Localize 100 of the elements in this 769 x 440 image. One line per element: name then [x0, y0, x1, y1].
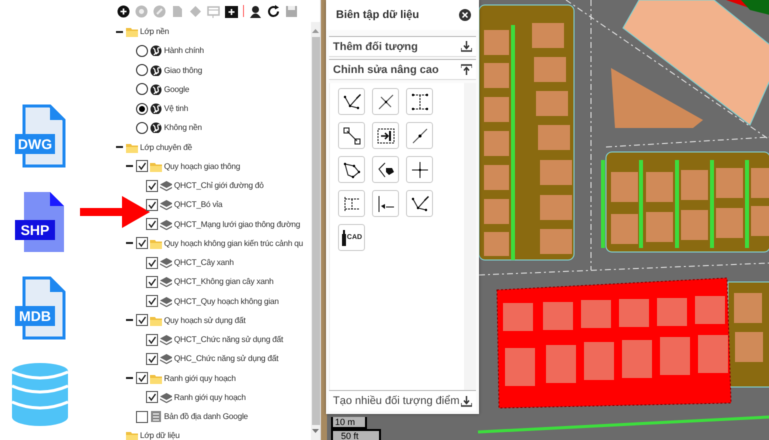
tool-button[interactable]: [338, 122, 365, 149]
radio-button[interactable]: [136, 122, 148, 134]
globe-icon: [150, 122, 162, 134]
globe-icon: [150, 103, 162, 114]
folder-add-icon[interactable]: [225, 4, 238, 18]
tree-item-label[interactable]: Không nền: [164, 123, 202, 132]
tool-button[interactable]: [372, 156, 399, 183]
scrollbar[interactable]: [311, 22, 320, 440]
layers-icon: [160, 218, 172, 230]
checkbox[interactable]: [146, 256, 158, 269]
user-icon[interactable]: [249, 4, 262, 18]
collapse-icon[interactable]: [126, 319, 133, 322]
checkbox[interactable]: [146, 180, 158, 192]
add-icon[interactable]: [117, 4, 130, 18]
tree-item-label[interactable]: QHCT_Chức năng sử dụng đất: [174, 335, 284, 344]
layers-icon: [160, 276, 172, 288]
folder-icon: [150, 314, 162, 326]
globe-icon: [150, 45, 162, 56]
layers-icon: [160, 392, 172, 403]
scale-label: 50 ft: [331, 429, 381, 440]
radio-button[interactable]: [136, 64, 148, 76]
tool-button[interactable]: [406, 156, 433, 183]
tree-item-label[interactable]: Ranh giới quy hoạch: [164, 374, 236, 383]
tree-item-label[interactable]: Bản đồ địa danh Google: [164, 412, 248, 422]
checkbox[interactable]: [136, 314, 148, 326]
layers-icon: [160, 199, 172, 210]
radio-button[interactable]: [136, 83, 148, 96]
layers-icon: [160, 257, 172, 268]
drag-vertex-icon: [376, 160, 396, 180]
collapse-icon[interactable]: [126, 242, 133, 244]
checkbox[interactable]: [136, 237, 148, 250]
upload-icon: [461, 64, 472, 75]
folder-icon: [150, 238, 162, 249]
tree-item-label[interactable]: Quy hoạch giao thông: [164, 162, 240, 171]
tree-item-label[interactable]: QHC_Chức năng sử dụng đất: [174, 354, 278, 364]
folder-icon: [126, 142, 138, 153]
tool-button[interactable]: [338, 156, 365, 183]
section-header[interactable]: Tạo nhiều đối tượng điểm: [329, 390, 476, 411]
tree-item-label[interactable]: Hành chính: [164, 46, 204, 56]
radio-button[interactable]: [136, 44, 148, 57]
tree-item-label[interactable]: Google: [164, 84, 190, 94]
collapse-icon[interactable]: [116, 30, 123, 33]
tree-item-label[interactable]: QHCT_Bó vỉa: [174, 200, 222, 210]
close-icon[interactable]: [459, 9, 471, 21]
checkbox[interactable]: [146, 198, 158, 211]
tree-item-label[interactable]: QHCT_Quy hoạch không gian: [174, 296, 279, 306]
tree-item-label[interactable]: Giao thông: [164, 66, 202, 75]
extend-icon: [376, 194, 396, 214]
tree-item-label[interactable]: QHCT_Cây xanh: [174, 258, 234, 268]
edit-vertex-icon: [342, 92, 362, 112]
scroll-down-icon[interactable]: [312, 429, 319, 434]
tree-item-label[interactable]: QHCT_Không gian cây xanh: [174, 277, 274, 286]
tool-button[interactable]: [372, 190, 399, 217]
tree-item-label[interactable]: Ranh giới quy hoạch: [174, 392, 246, 402]
checkbox[interactable]: [146, 352, 158, 365]
folder-icon: [126, 26, 138, 38]
section-header[interactable]: Thêm đối tượng: [329, 36, 476, 57]
folder-icon: [150, 372, 162, 384]
refresh-icon[interactable]: [267, 4, 280, 18]
tool-button[interactable]: [406, 190, 433, 217]
pen-icon: [340, 230, 347, 246]
scale-label: 10 m: [331, 417, 367, 429]
section-header[interactable]: Chỉnh sửa nâng cao: [329, 59, 476, 80]
tree-item-label[interactable]: Quy hoạch sử dụng đất: [164, 316, 246, 325]
checkbox[interactable]: [146, 295, 158, 308]
panel-title: Biên tập dữ liệu: [336, 9, 420, 21]
folder-icon: [150, 160, 162, 172]
collapse-icon[interactable]: [126, 165, 133, 168]
checkbox[interactable]: [136, 372, 148, 384]
globe-icon: [150, 64, 162, 76]
tool-button[interactable]: [338, 190, 365, 217]
collapse-icon[interactable]: [116, 146, 123, 148]
park-area: [726, 0, 769, 15]
tool-button[interactable]: [372, 122, 399, 149]
tree-item-label[interactable]: QHCT_Chỉ giới đường đỏ: [174, 181, 264, 190]
document-icon: [150, 411, 162, 422]
tree-item-label[interactable]: Lớp nền: [140, 27, 170, 36]
tree-item-label[interactable]: Lớp dữ liệu: [140, 431, 180, 440]
checkbox[interactable]: [136, 410, 148, 423]
checkbox[interactable]: [146, 334, 158, 346]
download-icon: [461, 41, 472, 52]
checkbox[interactable]: [146, 218, 158, 230]
checkbox[interactable]: [146, 276, 158, 288]
scrollbar[interactable]: [464, 83, 476, 390]
move-in-icon: [376, 126, 396, 146]
checkbox[interactable]: [146, 391, 158, 404]
checkbox[interactable]: [136, 160, 148, 172]
dimension-icon: [410, 92, 430, 112]
tool-button[interactable]: [338, 88, 365, 115]
tree-item-label[interactable]: Vệ tinh: [164, 104, 188, 114]
tree-item-label[interactable]: Lớp chuyên đề: [140, 142, 192, 152]
radio-button[interactable]: [136, 102, 148, 115]
tree-item-label[interactable]: Quy hoạch không gian kiến trúc cảnh qu: [164, 238, 303, 248]
tool-button[interactable]: [406, 88, 433, 115]
layers-icon: [160, 353, 172, 364]
layers-icon: [160, 334, 172, 346]
crosshair-icon: [410, 160, 430, 180]
tree-item-label[interactable]: QHCT_Mạng lưới giao thông đường: [174, 220, 300, 229]
collapse-icon[interactable]: [126, 377, 133, 380]
folder-icon: [126, 430, 138, 440]
